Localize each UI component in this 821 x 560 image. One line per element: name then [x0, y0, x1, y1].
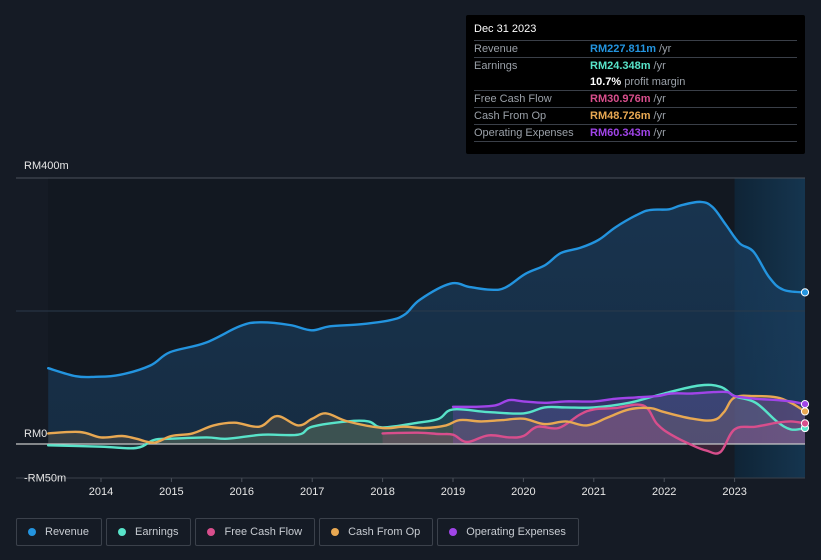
cash-from-op-dot-icon: [331, 528, 340, 536]
tooltip-value: RM227.811m: [590, 43, 657, 55]
tooltip-value: 10.7%: [590, 76, 622, 88]
tooltip-unit: profit margin: [624, 76, 686, 88]
x-tick-label: 2016: [230, 486, 254, 498]
tooltip-row-revenue: Revenue RM227.811m /yr: [474, 41, 797, 58]
cash-from-op-end-marker: [800, 407, 810, 416]
tooltip-value: RM30.976m: [590, 93, 651, 105]
tooltip-unit: /yr: [653, 60, 666, 72]
x-tick-label: 2020: [511, 486, 535, 498]
revenue-dot-icon: [28, 528, 36, 536]
tooltip-row-earnings: Earnings RM24.348m /yr: [474, 58, 797, 74]
tooltip-unit: /yr: [653, 93, 666, 105]
legend: Revenue Earnings Free Cash Flow Cash Fro…: [16, 518, 579, 546]
legend-item-free-cash-flow[interactable]: Free Cash Flow: [195, 518, 316, 546]
tooltip-label: Free Cash Flow: [474, 93, 552, 105]
y-tick-label: RM0: [24, 428, 47, 440]
free-cash-flow-dot-icon: [207, 528, 216, 536]
tooltip-label: Earnings: [474, 60, 518, 72]
x-tick-label: 2014: [89, 486, 113, 498]
tooltip-row-profit-margin: 10.7% profit margin: [474, 74, 797, 91]
free-cash-flow-end-marker: [800, 419, 810, 428]
x-tick-label: 2015: [159, 486, 183, 498]
x-tick-label: 2017: [300, 486, 324, 498]
tooltip-row-free-cash-flow: Free Cash Flow RM30.976m /yr: [474, 91, 797, 108]
legend-item-cash-from-op[interactable]: Cash From Op: [319, 518, 434, 546]
tooltip-row-cash-from-op: Cash From Op RM48.726m /yr: [474, 108, 797, 125]
tooltip-value: RM48.726m: [590, 110, 651, 122]
tooltip-unit: /yr: [659, 43, 672, 55]
tooltip-unit: /yr: [653, 110, 666, 122]
tooltip-label: Cash From Op: [474, 110, 547, 122]
legend-item-operating-expenses[interactable]: Operating Expenses: [437, 518, 579, 546]
legend-label: Operating Expenses: [466, 526, 566, 538]
operating-expenses-end-marker: [800, 400, 810, 409]
tooltip-date: Dec 31 2023: [474, 23, 797, 41]
x-tick-label: 2018: [370, 486, 394, 498]
legend-label: Cash From Op: [348, 526, 421, 538]
y-tick-label: -RM50m: [24, 472, 66, 484]
legend-label: Earnings: [135, 526, 179, 538]
x-tick-label: 2021: [582, 486, 606, 498]
y-tick-label: RM400m: [24, 160, 69, 172]
tooltip-label: Operating Expenses: [474, 127, 574, 139]
revenue-end-marker: [800, 288, 810, 297]
tooltip-unit: /yr: [653, 127, 666, 139]
legend-label: Revenue: [45, 526, 90, 538]
operating-expenses-dot-icon: [449, 528, 458, 536]
earnings-dot-icon: [118, 528, 127, 536]
x-tick-label: 2022: [652, 486, 676, 498]
tooltip: Dec 31 2023 Revenue RM227.811m /yr Earni…: [466, 15, 805, 154]
tooltip-row-operating-expenses: Operating Expenses RM60.343m /yr: [474, 125, 797, 142]
legend-item-revenue[interactable]: Revenue: [16, 518, 103, 546]
x-tick-label: 2019: [441, 486, 465, 498]
x-tick-label: 2023: [722, 486, 746, 498]
tooltip-label: Revenue: [474, 43, 519, 55]
legend-item-earnings[interactable]: Earnings: [106, 518, 192, 546]
tooltip-value: RM24.348m: [590, 60, 651, 72]
tooltip-value: RM60.343m: [590, 127, 651, 139]
legend-label: Free Cash Flow: [224, 526, 303, 538]
